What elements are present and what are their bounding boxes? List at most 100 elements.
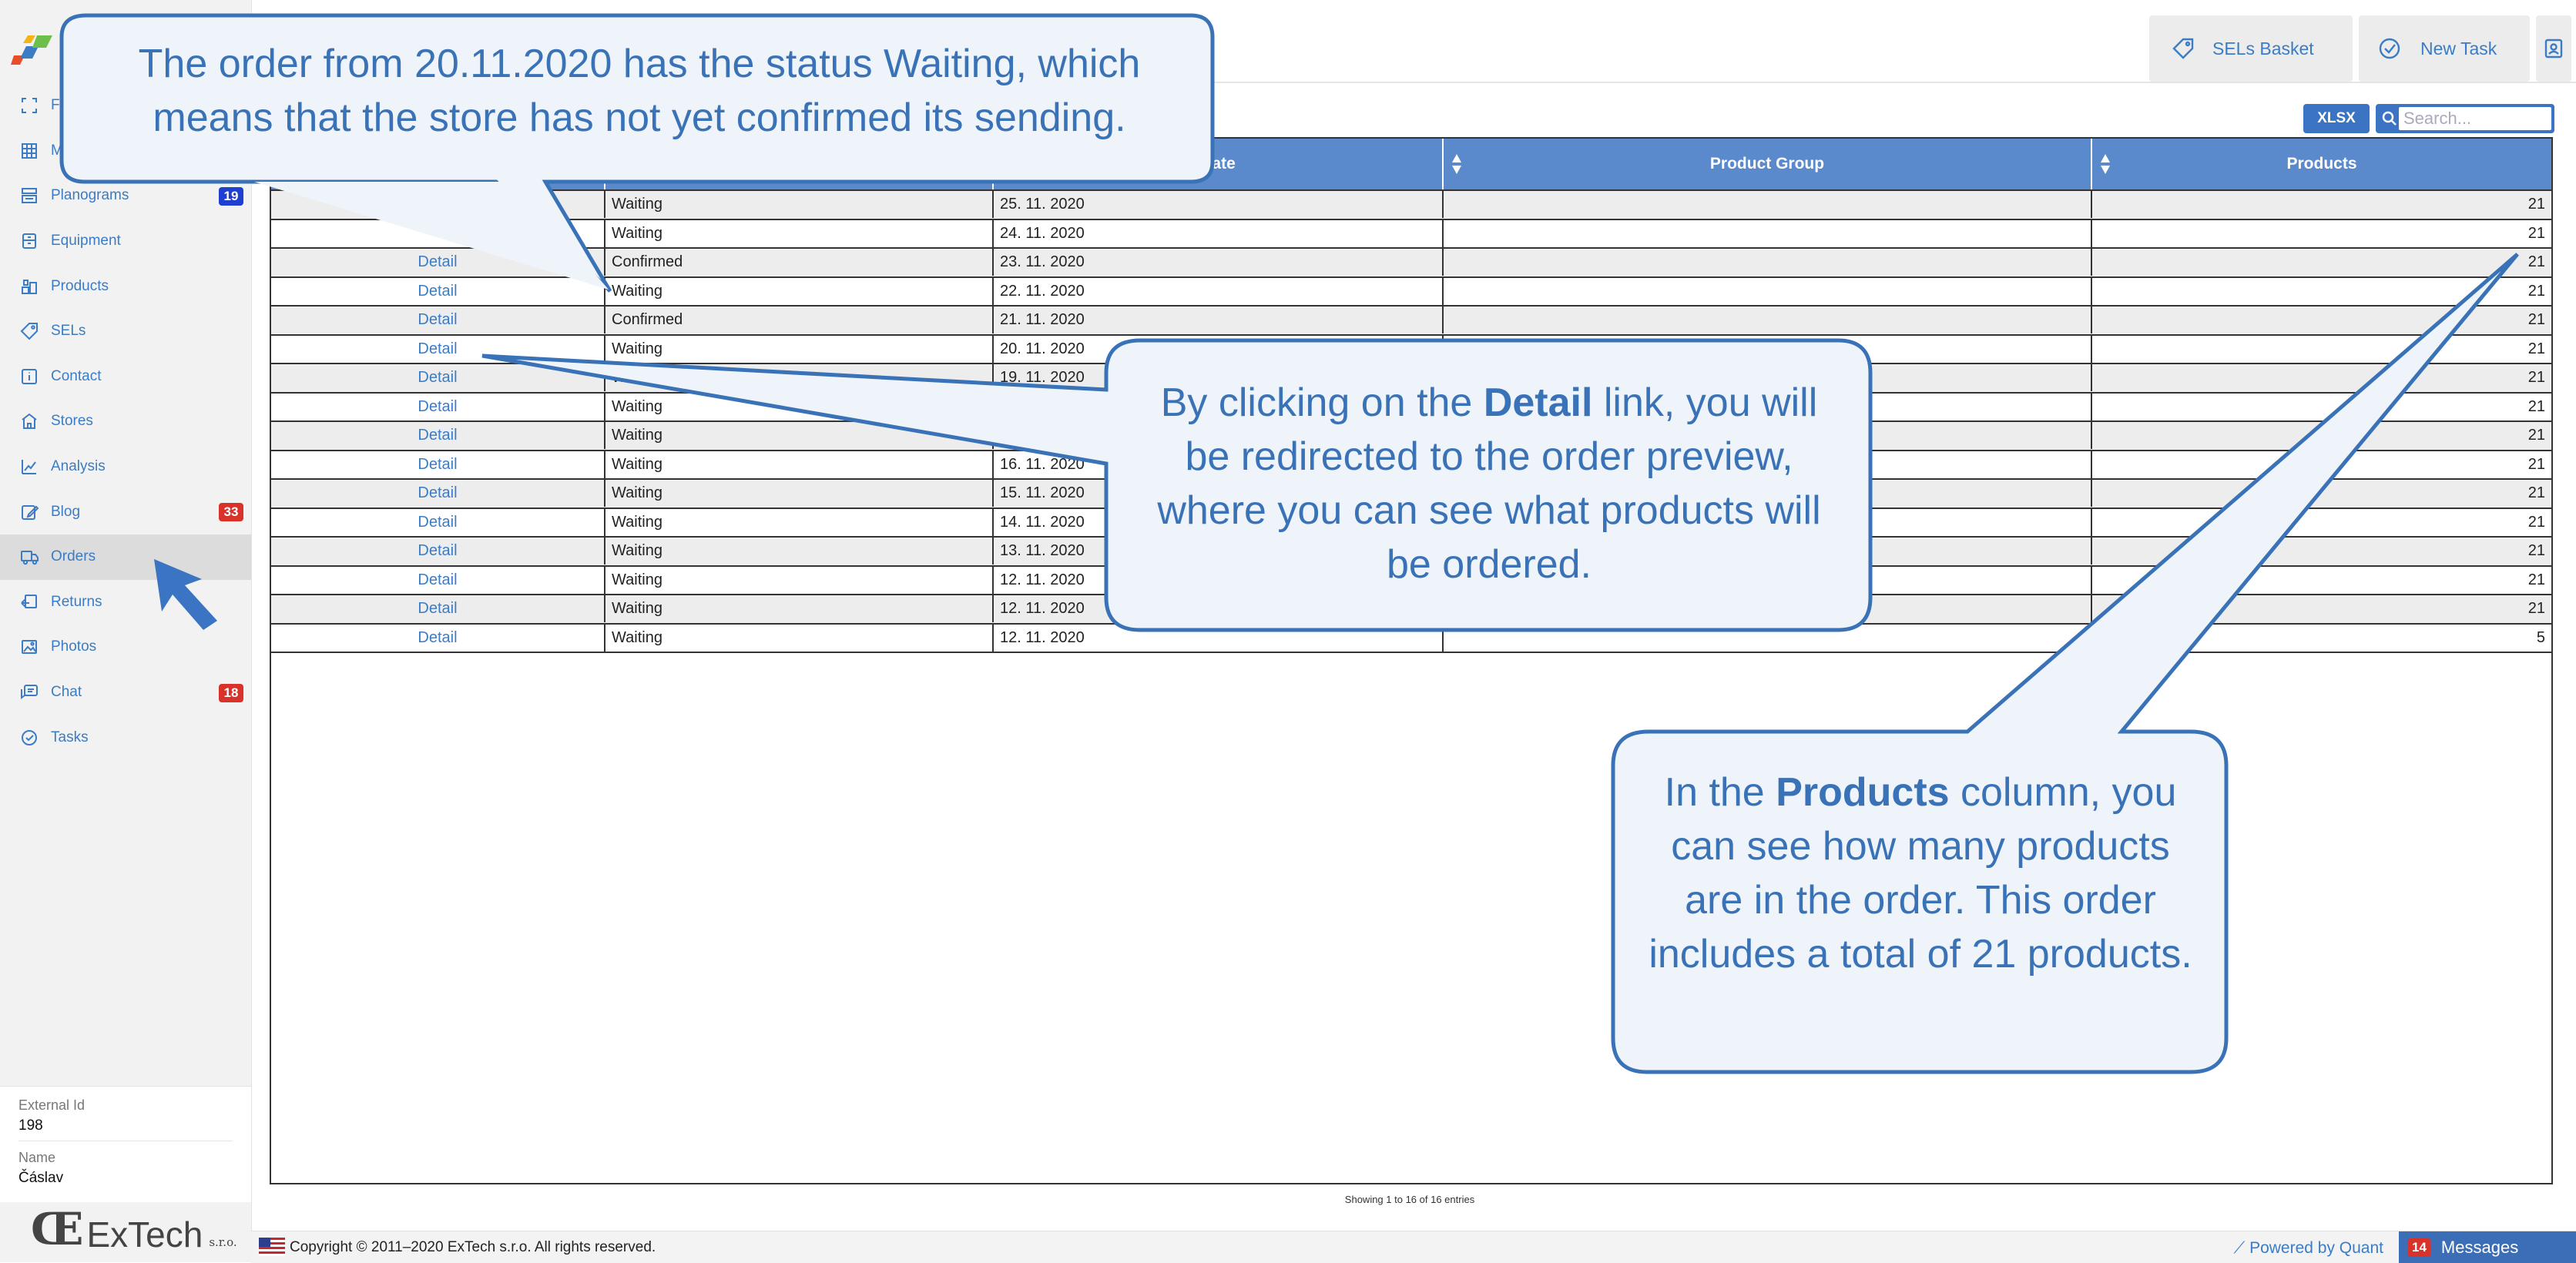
powered-by-label: Powered by Quant [2249, 1239, 2383, 1257]
app-logo-icon[interactable] [11, 32, 52, 68]
photo-icon [18, 636, 40, 658]
product-group-cell [1444, 219, 2092, 247]
status-cell: Waiting [605, 480, 994, 507]
new-task-button[interactable]: New Task [2359, 15, 2530, 82]
sidebar-item-analysis[interactable]: Analysis [0, 444, 251, 490]
date-cell: 25. 11. 2020 [994, 191, 1444, 218]
status-cell: Waiting [605, 422, 994, 449]
sidebar-item-label: Photos [51, 638, 97, 655]
products-count-cell: 21 [2527, 600, 2545, 617]
sidebar-item-label: Contact [51, 367, 102, 384]
tag-icon [18, 320, 40, 342]
store-info-panel: External Id 198 Name Čáslav [0, 1086, 251, 1202]
header-product-group[interactable]: Product Group [1444, 139, 2092, 189]
date-cell: 23. 11. 2020 [994, 249, 1444, 276]
profile-button[interactable] [2536, 15, 2571, 82]
sort-icon [1452, 154, 1461, 174]
brand-name: ExTech [86, 1214, 203, 1255]
table-row: Detail Confirmed 21. 11. 2020 21 [271, 307, 2551, 336]
header-products[interactable]: Products [2092, 139, 2551, 189]
product-group-cell [1444, 191, 2092, 218]
notification-badge: 19 [219, 187, 243, 206]
edit-icon [18, 501, 40, 523]
expand-icon [18, 95, 40, 116]
status-cell: Confirmed [605, 307, 994, 333]
sidebar-item-tasks[interactable]: Tasks [0, 715, 251, 760]
status-cell: Waiting [605, 393, 994, 420]
products-count-cell: 21 [2527, 397, 2545, 415]
search-icon [2382, 111, 2397, 126]
header-date[interactable]: Date [994, 139, 1444, 189]
brand-suffix: s.r.o. [209, 1235, 237, 1249]
sidebar-item-products[interactable]: Products [0, 263, 251, 309]
check-circle-icon [2379, 38, 2400, 59]
date-cell: 12. 11. 2020 [994, 595, 1444, 622]
detail-link[interactable]: Detail [271, 393, 605, 420]
detail-link[interactable]: Detail [271, 335, 605, 363]
detail-link[interactable]: Detail [271, 277, 605, 305]
table-row: Detail Waiting 12. 11. 2020 5 [271, 624, 2551, 653]
header-detail[interactable] [271, 139, 605, 189]
sidebar-item-sels[interactable]: SELs [0, 309, 251, 354]
detail-link[interactable]: Detail [271, 538, 605, 564]
products-count-cell: 21 [2527, 196, 2545, 213]
notification-badge: 33 [219, 503, 243, 522]
us-flag-icon[interactable] [259, 1238, 285, 1256]
search-input[interactable]: Search... [2399, 107, 2551, 130]
sels-basket-label: SELs Basket [2212, 38, 2314, 59]
detail-link [271, 219, 605, 247]
detail-link[interactable]: Detail [271, 451, 605, 478]
product-group-cell [1444, 277, 2092, 305]
status-cell: Waiting [605, 624, 994, 652]
sidebar-item-contact[interactable]: Contact [0, 354, 251, 400]
store-name-value: Čáslav [18, 1170, 64, 1186]
detail-link[interactable]: Detail [271, 249, 605, 276]
callout-detail-text: By clicking on the Detail link, you will… [1140, 376, 1838, 591]
user-card-icon [2544, 39, 2563, 59]
sidebar-item-label: F [51, 97, 60, 114]
orders-table: Date Product Group Products Waiting 25. 1… [270, 137, 2553, 1184]
callout-detail-bold: Detail [1483, 380, 1593, 425]
sidebar-item-chat[interactable]: Chat 18 [0, 670, 251, 715]
detail-link[interactable]: Detail [271, 508, 605, 536]
sidebar-item-photos[interactable]: Photos [0, 625, 251, 670]
table-row: Waiting 25. 11. 2020 21 [271, 191, 2551, 220]
messages-button[interactable]: 14 Messages [2399, 1231, 2576, 1263]
sidebar-item-label: Stores [51, 413, 93, 430]
sidebar-item-label: M [51, 142, 63, 159]
sels-basket-button[interactable]: SELs Basket [2149, 15, 2353, 82]
header-status[interactable] [605, 139, 994, 189]
sidebar-item-orders[interactable]: Orders [0, 534, 251, 580]
sidebar-item-equipment[interactable]: Equipment [0, 219, 251, 264]
detail-link[interactable]: Detail [271, 595, 605, 622]
table-row: Waiting 24. 11. 2020 21 [271, 219, 2551, 249]
detail-link[interactable]: Detail [271, 422, 605, 449]
detail-link[interactable]: Detail [271, 624, 605, 652]
product-group-cell [1444, 624, 2092, 652]
status-cell: Waiting [605, 566, 994, 594]
sidebar-item-stores[interactable]: Stores [0, 399, 251, 444]
product-group-cell [1444, 249, 2092, 276]
detail-link[interactable]: Detail [271, 480, 605, 507]
powered-by-link[interactable]: ⟋ Powered by Quant [2234, 1239, 2383, 1258]
sidebar-item-planograms[interactable]: Planograms 19 [0, 173, 251, 219]
callout-products-bold: Products [1776, 770, 1950, 815]
products-count-cell: 21 [2527, 369, 2545, 386]
table-row: Detail Waiting 20. 11. 2020 21 [271, 335, 2551, 364]
products-count-cell: 21 [2527, 513, 2545, 531]
date-cell: 12. 11. 2020 [994, 624, 1444, 652]
sidebar-item-returns[interactable]: Returns [0, 580, 251, 625]
products-count-cell: 21 [2527, 484, 2545, 501]
detail-link[interactable]: Detail [271, 364, 605, 391]
detail-link[interactable]: Detail [271, 566, 605, 594]
status-cell: Waiting [605, 538, 994, 564]
notification-badge: 18 [219, 683, 243, 702]
detail-link[interactable]: Detail [271, 307, 605, 333]
search-box: Search... [2376, 104, 2554, 133]
header-date-label: Date [1200, 155, 1236, 173]
sidebar-item-blog[interactable]: Blog 33 [0, 489, 251, 534]
callout-status-text: The order from 20.11.2020 has the status… [138, 42, 1141, 140]
table-row: Detail Waiting 22. 11. 2020 21 [271, 277, 2551, 307]
export-xlsx-button[interactable]: XLSX [2303, 104, 2370, 133]
sidebar-item-label: Chat [51, 684, 82, 701]
